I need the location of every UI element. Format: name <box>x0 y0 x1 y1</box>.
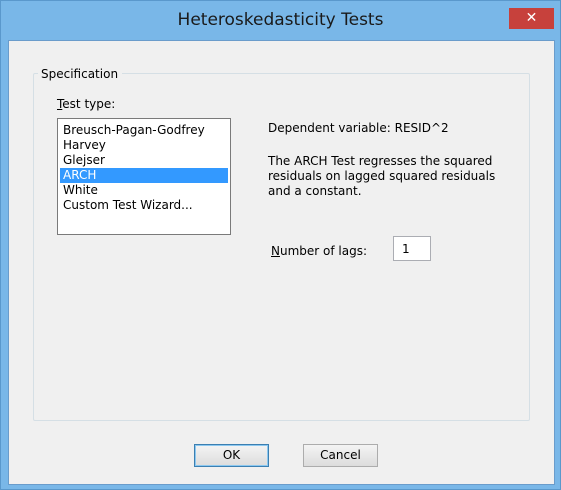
number-of-lags-accelerator: N <box>271 244 280 258</box>
number-of-lags-input[interactable] <box>393 236 431 261</box>
test-type-option[interactable]: White <box>60 183 228 198</box>
test-description-line: and a constant. <box>268 184 362 198</box>
test-type-label-text: est type: <box>62 97 116 111</box>
test-description-line: residuals on lagged squared residuals <box>268 169 496 183</box>
title-bar[interactable]: Heteroskedasticity Tests ✕ <box>1 1 560 39</box>
dialog-window: Heteroskedasticity Tests ✕ Specification… <box>0 0 561 490</box>
specification-group-label: Specification <box>38 67 123 81</box>
dialog-title: Heteroskedasticity Tests <box>177 10 384 30</box>
test-type-option[interactable]: Custom Test Wizard... <box>60 198 228 213</box>
test-description: The ARCH Test regresses the squared resi… <box>268 154 538 199</box>
test-type-label: Test type: <box>57 97 115 111</box>
test-description-line: The ARCH Test regresses the squared <box>268 154 493 168</box>
number-of-lags-label-text: umber of lags: <box>279 244 368 258</box>
test-type-option[interactable]: ARCH <box>60 168 228 183</box>
test-type-option[interactable]: Breusch-Pagan-Godfrey <box>60 123 228 138</box>
test-type-list[interactable]: Breusch-Pagan-Godfrey Harvey Glejser ARCH Wh… <box>57 118 231 235</box>
dialog-client-area: Specification Test type: Breusch-Pagan-G… <box>8 40 555 485</box>
test-type-option[interactable]: Glejser <box>60 153 228 168</box>
dependent-variable-text: Dependent variable: RESID^2 <box>268 121 449 135</box>
close-button[interactable]: ✕ <box>509 8 554 29</box>
test-type-option[interactable]: Harvey <box>60 138 228 153</box>
close-icon: ✕ <box>525 10 538 26</box>
cancel-button[interactable]: Cancel <box>303 444 378 467</box>
number-of-lags-label: Number of lags: <box>271 244 367 258</box>
ok-button[interactable]: OK <box>194 444 269 467</box>
